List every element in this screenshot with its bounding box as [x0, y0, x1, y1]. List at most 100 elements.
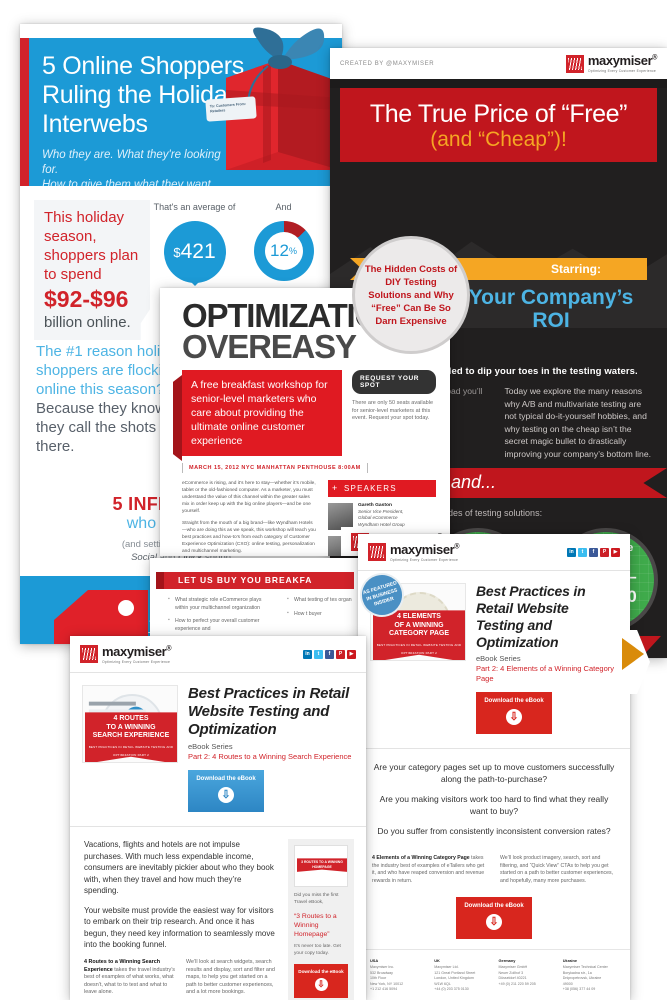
starring-line2: ROI [532, 309, 570, 332]
download-ebook-button[interactable]: Download the eBook ⇩ [476, 692, 552, 735]
document-category-page-ebook[interactable]: maxymiser® Optimizing Every Customer Exp… [358, 534, 630, 1000]
download-arrow-icon: ⇩ [506, 708, 522, 725]
sidebar-ebook-link[interactable]: “3 Routes to a Winning Homepage” [294, 912, 348, 939]
download-ebook-button[interactable]: Download the eBook ⇩ [188, 770, 264, 813]
sidebar-download-button[interactable]: Download the eBook ⇩ [294, 963, 348, 998]
office-lines-1: Maxymiser Ltd. 121 Great Portland Street… [434, 965, 476, 991]
maxymiser-logo[interactable]: maxymiser® Optimizing Every Customer Exp… [565, 53, 657, 73]
maxymiser-logo[interactable]: maxymiser® Optimizing Every Customer Exp… [368, 542, 459, 562]
ebook-question-2: Do you suffer from consistently inconsis… [377, 826, 611, 837]
office-lines-0: Maxymiser Inc. 532 Broadway 10th Floor N… [370, 965, 404, 991]
free-header-bar: CREATED BY @MAXYMISER maxymiser® Optimiz… [330, 48, 667, 79]
trademark-symbol: ® [652, 54, 657, 62]
ebook-question-1: Are you making visitors work too hard to… [379, 794, 609, 817]
facebook-icon[interactable]: f [589, 547, 598, 557]
cover-ribbon-line3: SEARCH EXPERIENCE [92, 732, 170, 740]
youtube-icon[interactable]: ▶ [347, 649, 356, 659]
growth-unit: % [288, 246, 297, 256]
cover-ribbon-line1: 4 ROUTES [113, 715, 149, 723]
social-links[interactable]: in t f P ▶ [567, 547, 620, 557]
spend-card-line1: This holiday season, [44, 209, 125, 245]
maxymiser-wordmark: maxymiser® [102, 644, 172, 659]
search-para-2: Your website must provide the easiest wa… [84, 905, 275, 950]
twitter-icon[interactable]: t [578, 547, 587, 557]
office-usa: USA Maxymiser Inc. 532 Broadway 10th Flo… [370, 958, 425, 992]
starring-line1: Your Company’s [468, 286, 634, 309]
office-uk: UK Maxymiser Ltd. 121 Great Portland Str… [434, 958, 489, 992]
breakfast-left-list: What strategic role eCommerce plays with… [168, 596, 273, 639]
facebook-icon[interactable]: f [325, 649, 334, 659]
spend-card-line2: shoppers plan to spend [44, 247, 139, 283]
cover-ribbon-line3: CATEGORY PAGE [388, 630, 450, 638]
speaker-title-0-line2: Global eCommerce [358, 515, 398, 521]
linkedin-icon[interactable]: in [567, 547, 576, 557]
search-para-1: Vacations, flights and hotels are not im… [84, 840, 274, 896]
office-ukraine: Ukraine Maxymiser Technical Center Boryk… [563, 958, 618, 992]
social-links[interactable]: in t f P ▶ [303, 649, 356, 659]
breakfast-band: LET US BUY YOU BREAKFA [156, 572, 354, 589]
document-search-experience-ebook[interactable]: maxymiser® Optimizing Every Customer Exp… [70, 636, 366, 1000]
ebook-header: maxymiser® Optimizing Every Customer Exp… [70, 636, 366, 674]
growth-value: 12 [270, 241, 289, 260]
search-ebook-body: Vacations, flights and hotels are not im… [70, 827, 366, 1000]
ebook-part-label: Part 2: 4 Elements of a Winning Category… [476, 664, 614, 684]
trademark-symbol: ® [166, 645, 172, 653]
overeasy-red-callout: A free breakfast workshop for senior-lev… [182, 370, 342, 456]
sidebar-download-label: Download the eBook [298, 968, 344, 974]
download-arrow-icon: ⇩ [486, 913, 502, 930]
sidebar-cover-thumbnail[interactable]: 3 ROUTES TO A WINNING HOMEPAGE [294, 845, 348, 888]
pinterest-icon[interactable]: P [336, 649, 345, 659]
ebook-two-columns: 4 Elements of a Winning Category Page ta… [358, 855, 630, 885]
growth-donut-chart: 12% [253, 221, 314, 281]
request-your-spot-button[interactable]: REQUEST YOUR SPOT [352, 370, 436, 394]
holiday-hero: 5 Online Shoppers Ruling the Holiday Int… [20, 27, 342, 191]
average-bubble: $421 [163, 221, 226, 286]
linkedin-icon[interactable]: in [303, 649, 312, 659]
average-number: 421 [180, 240, 216, 263]
office-germany: Germany Maxymiser GmbH Neuer Zollhof 3 D… [499, 958, 554, 992]
pinterest-icon[interactable]: P [600, 547, 609, 557]
ebook-title: Best Practices in Retail Website Testing… [188, 685, 350, 739]
twitter-icon[interactable]: t [314, 649, 323, 659]
cover-ribbon-sub: BEST PRACTICES IN RETAIL WEBSITE TESTING… [376, 642, 462, 656]
list-item: What strategic role eCommerce plays with… [168, 596, 273, 612]
cover-ribbon-line2: OF A WINNING [394, 621, 444, 629]
maxymiser-logo[interactable]: maxymiser® Optimizing Every Customer Exp… [80, 644, 171, 664]
youtube-icon[interactable]: ▶ [611, 547, 620, 557]
event-meta: MARCH 15, 2012 NYC MANHATTAN PENTHOUSE 8… [182, 463, 368, 473]
trademark-symbol: ® [454, 543, 460, 551]
speaker-title-0-line1: Senior Vice President, [358, 509, 404, 515]
ebook-col-left-bold: 4 Elements of a Winning Category Page [372, 855, 470, 862]
ebook-title: Best Practices in Retail Website Testing… [476, 583, 586, 651]
free-right-column: Today we explore the many reasons why A/… [504, 386, 651, 459]
ebook-part-label: Part 2: 4 Routes to a Winning Search Exp… [188, 752, 352, 762]
overeasy-body-p1: eCommerce is rising, and it’s here to st… [182, 481, 316, 514]
speakers-label: SPEAKERS [344, 484, 397, 493]
holiday-subtitle-line1: Who they are. What they're looking for. [42, 149, 221, 176]
brand-tagline: Optimizing Every Customer Experience [102, 660, 171, 664]
next-arrow-icon[interactable] [622, 638, 644, 670]
donut-center-value: 12% [264, 232, 303, 270]
average-caption: That's an average of [153, 202, 236, 212]
ebook-questions: Are your category pages set up to move c… [358, 749, 630, 855]
download-ebook-button[interactable]: Download the eBook ⇩ [456, 897, 532, 940]
office-addresses: USA Maxymiser Inc. 532 Broadway 10th Flo… [370, 958, 618, 992]
maxymiser-logo-mark [80, 645, 98, 664]
cover-ribbon-line2: TO A WINNING [106, 723, 156, 731]
spend-card-amount: $92-$96 [44, 286, 129, 312]
office-country-2: Germany [498, 958, 516, 964]
ebook-col-left: 4 Elements of a Winning Category Page ta… [372, 855, 488, 885]
download-button-label: Download the eBook [484, 698, 544, 705]
ebook-cover-thumbnail[interactable]: 4 ROUTES TO A WINNING SEARCH EXPERIENCE … [82, 685, 178, 764]
ebook-footer: USA Maxymiser Inc. 532 Broadway 10th Flo… [358, 949, 630, 1000]
ebook-series-label: eBook Series [476, 654, 521, 664]
sidebar-question: Did you miss the first Travel eBook, [294, 893, 339, 906]
search-col-right: We’ll look at search widgets, search res… [186, 958, 275, 996]
maxymiser-logo-mark [368, 543, 386, 562]
free-title-block: The True Price of “Free” (and “Cheap”)! [340, 88, 657, 162]
search-sidebar: 3 ROUTES TO A WINNING HOMEPAGE Did you m… [288, 839, 354, 1000]
ebook-download-center: Download the eBook ⇩ [358, 885, 630, 940]
ebook-question-0: Are your category pages set up to move c… [373, 762, 615, 785]
hidden-costs-badge-text: The Hidden Costs of DIY Testing Solution… [364, 263, 458, 327]
starring-text: Your Company’s ROI [451, 286, 651, 332]
